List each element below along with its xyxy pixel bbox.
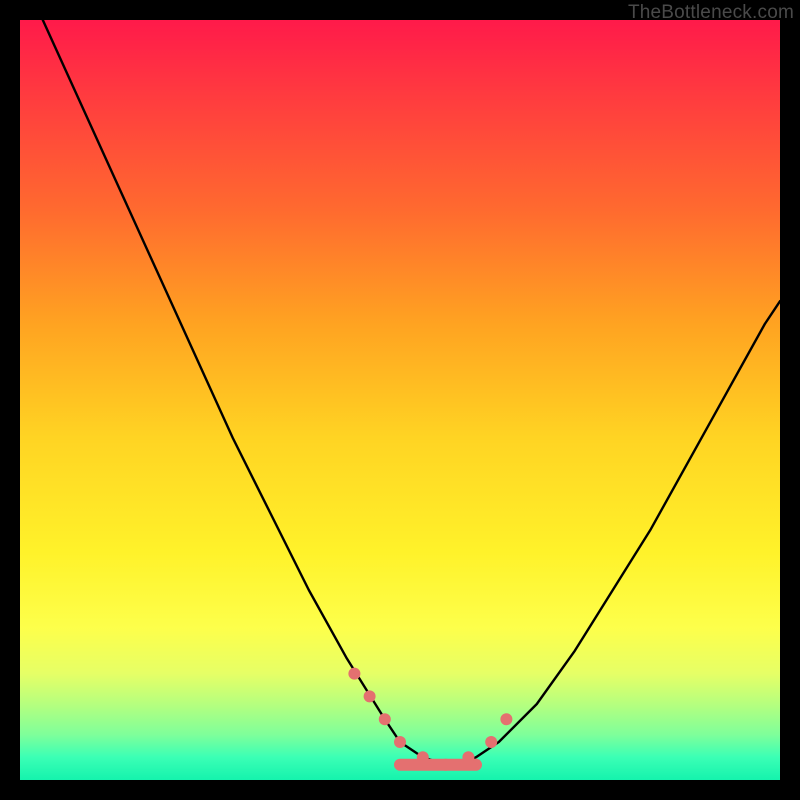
valley-marker [348,668,360,680]
valley-marker [394,736,406,748]
valley-marker [440,759,452,771]
valley-marker [379,713,391,725]
valley-marker [417,751,429,763]
valley-marker [500,713,512,725]
valley-marker [462,751,474,763]
marker-group [348,668,512,771]
chart-frame: TheBottleneck.com [0,0,800,800]
curve-group [43,20,780,765]
watermark-label: TheBottleneck.com [628,2,794,24]
curve-svg [20,20,780,780]
plot-area [20,20,780,780]
valley-marker [364,690,376,702]
valley-marker [485,736,497,748]
bottleneck-curve [43,20,780,765]
